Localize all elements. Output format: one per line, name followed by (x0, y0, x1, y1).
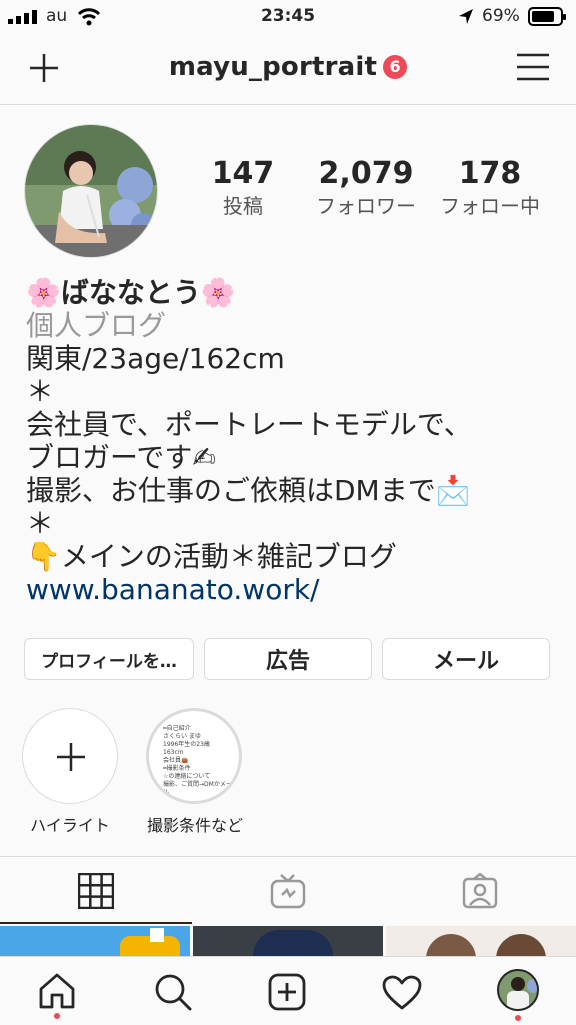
followers-count: 2,079 (318, 156, 414, 191)
content-tabs (0, 856, 576, 925)
location-icon (459, 9, 473, 24)
profile-category: 個人ブログ (26, 309, 167, 342)
flower-emoji: 🌸 (26, 276, 61, 309)
highlight-label: ハイライト (30, 816, 110, 835)
tagged-icon[interactable] (462, 873, 498, 909)
followers-label: フォロワー (316, 194, 416, 218)
profile-bio: 🌸ばななとう🌸 個人ブログ 関東/23age/162cm ＊ 会社員で、ポートレ… (26, 276, 566, 606)
grid-icon[interactable] (78, 873, 114, 909)
cover-text: ━撮影条件 (163, 765, 191, 772)
bio-line: ＊ (26, 375, 55, 408)
following-label: フォロー中 (440, 194, 540, 218)
display-name-text: ばななとう (60, 276, 201, 309)
bottom-navigation (0, 956, 576, 1025)
header-title: mayu_portrait 6 (0, 52, 576, 82)
highlight-label: 撮影条件など (146, 816, 243, 835)
highlight-cover[interactable]: ━自己紹介 さくらい まゆ 1996年生の23歳 163cm 会社員👜 ━撮影条… (146, 708, 242, 804)
bio-line: 👇メインの活動＊雑記ブログ (26, 540, 397, 573)
flower-emoji: 🌸 (200, 276, 236, 309)
email-button[interactable]: メール (382, 638, 550, 680)
bio-line: 会社員で、ポートレートモデルで、 (26, 408, 472, 441)
profile-avatar[interactable] (24, 124, 158, 258)
bio-line: ブロガーです✍ (26, 441, 216, 474)
bio-line: 撮影、お仕事のご依頼はDMまで📩 (26, 474, 471, 507)
username-title[interactable]: mayu_portrait (169, 52, 377, 82)
active-tab-indicator (0, 922, 192, 924)
ads-button[interactable]: 広告 (204, 638, 372, 680)
cover-text: 1996年生の23歳 (163, 741, 210, 748)
edit-profile-button[interactable]: プロフィールを… (24, 638, 194, 680)
cover-text: 163cm (163, 749, 184, 756)
following-count: 178 (458, 156, 522, 191)
battery-percent: 69% (482, 6, 520, 26)
profile-header: mayu_portrait 6 (0, 34, 576, 105)
cover-text: ━自己紹介 (163, 725, 191, 732)
post-thumbnail[interactable] (0, 926, 190, 956)
bio-link[interactable]: www.bananato.work/ (26, 573, 566, 606)
highlight-new[interactable]: ハイライト (22, 708, 122, 836)
stat-following[interactable]: 178 フォロー中 (432, 156, 548, 220)
new-post-icon[interactable] (268, 973, 306, 1011)
cover-text: 会社員👜 (163, 757, 189, 764)
stat-posts[interactable]: 147 投稿 (206, 156, 280, 220)
post-thumbnail[interactable] (386, 926, 576, 956)
posts-count: 147 (211, 156, 275, 191)
battery-icon (528, 7, 566, 26)
post-grid (0, 926, 576, 956)
home-icon[interactable] (38, 973, 76, 1009)
cover-text: さくらい まゆ (163, 733, 201, 740)
notification-badge: 6 (383, 55, 408, 79)
heart-icon[interactable] (382, 975, 422, 1011)
post-thumbnail[interactable] (193, 926, 383, 956)
highlight-item[interactable]: ━自己紹介 さくらい まゆ 1996年生の23歳 163cm 会社員👜 ━撮影条… (146, 708, 256, 836)
cover-text: 撮影、ご質問→DMかメール (163, 781, 232, 796)
cover-text: ☆の連絡について (163, 773, 211, 780)
menu-icon[interactable] (516, 52, 550, 82)
status-bar: au 23:45 69% (0, 0, 576, 34)
display-name: 🌸ばななとう🌸 (26, 276, 566, 309)
new-highlight-circle[interactable] (22, 708, 118, 804)
profile-tab-avatar[interactable] (497, 969, 539, 1011)
plus-icon (57, 743, 85, 771)
igtv-icon[interactable] (270, 873, 306, 909)
home-activity-dot (54, 1013, 60, 1019)
bio-line: ＊ (26, 507, 55, 540)
bio-line: 関東/23age/162cm (26, 342, 285, 375)
posts-label: 投稿 (223, 194, 263, 218)
profile-activity-dot (515, 1015, 521, 1021)
stat-followers[interactable]: 2,079 フォロワー (306, 156, 426, 220)
search-icon[interactable] (154, 973, 192, 1011)
